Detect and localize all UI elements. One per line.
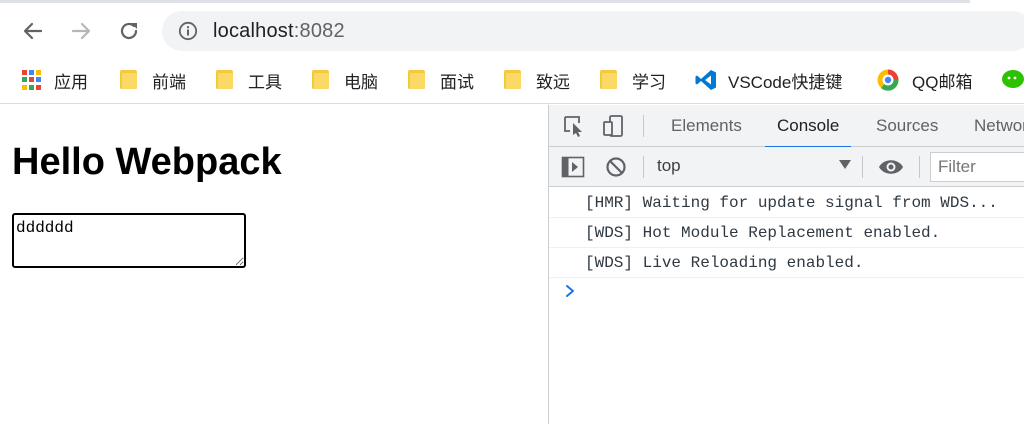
toolbar-divider (643, 156, 644, 178)
text-area[interactable] (12, 213, 246, 268)
console-log-row: [WDS] Live Reloading enabled. (549, 248, 1024, 278)
bookmark-folder[interactable]: 工具 (216, 68, 282, 92)
bookmark-vscode[interactable]: VSCode快捷键 (694, 68, 842, 92)
console-toolbar: top (549, 147, 1024, 187)
wechat-icon (1002, 70, 1024, 88)
console-log-row: [WDS] Hot Module Replacement enabled. (549, 218, 1024, 248)
bookmark-qqmail[interactable]: QQ邮箱 (876, 68, 972, 92)
console-output: [HMR] Waiting for update signal from WDS… (549, 188, 1024, 297)
bookmark-apps[interactable]: 应用 (22, 68, 88, 92)
page-content: Hello Webpack (0, 105, 548, 424)
bookmark-folder[interactable]: 电脑 (312, 68, 378, 92)
bookmarks-bar: 应用 前端 工具 电脑 面试 致远 学习 VSCode快捷键 QQ邮箱 (0, 58, 1024, 104)
folder-icon (408, 70, 428, 90)
devtools-tabbar: Elements Console Sources Network (549, 105, 1024, 148)
bookmark-label: 学习 (632, 72, 666, 92)
bookmark-label: 工具 (248, 72, 282, 92)
vscode-icon (695, 70, 716, 90)
eye-icon[interactable] (878, 156, 904, 178)
filter-input[interactable] (930, 152, 1024, 182)
folder-icon (120, 70, 140, 90)
toolbar-divider (643, 115, 644, 137)
folder-icon (216, 70, 236, 90)
bookmark-label: 致远 (536, 72, 570, 92)
bookmark-wechat[interactable] (1000, 68, 1024, 92)
url-host: localhost (213, 20, 294, 42)
bookmark-label: 应用 (54, 72, 88, 92)
tab-sources[interactable]: Sources (876, 105, 938, 147)
forward-button[interactable] (64, 14, 98, 48)
browser-toolbar: localhost:8082 (0, 4, 1024, 58)
bookmark-folder[interactable]: 致远 (504, 68, 570, 92)
tab-console[interactable]: Console (764, 105, 852, 148)
qq-mail-icon (877, 69, 899, 91)
bookmark-label: 电脑 (344, 72, 378, 92)
info-icon[interactable] (178, 21, 198, 41)
bookmark-folder[interactable]: 面试 (408, 68, 474, 92)
bookmark-folder[interactable]: 前端 (120, 68, 186, 92)
inspect-element-icon[interactable] (561, 114, 587, 138)
console-prompt-icon[interactable] (563, 284, 577, 298)
back-button[interactable] (16, 14, 50, 48)
bookmark-label: 前端 (152, 72, 186, 92)
devtools-panel: Elements Console Sources Network top [HM… (548, 105, 1024, 424)
toolbar-divider (862, 156, 863, 178)
reload-icon (120, 22, 138, 40)
bookmark-label: QQ邮箱 (912, 72, 973, 92)
url-port: :8082 (293, 20, 345, 42)
bookmark-label: VSCode快捷键 (728, 72, 843, 92)
folder-icon (504, 70, 524, 90)
reload-button[interactable] (112, 14, 146, 48)
sidebar-toggle-icon[interactable] (561, 156, 585, 178)
forward-arrow-icon (71, 22, 91, 40)
back-arrow-icon (23, 22, 43, 40)
device-toolbar-icon[interactable] (601, 114, 627, 138)
console-log-row: [HMR] Waiting for update signal from WDS… (549, 188, 1024, 218)
toolbar-divider (919, 156, 920, 178)
bookmark-label: 面试 (440, 72, 474, 92)
folder-icon (600, 70, 620, 90)
tab-elements[interactable]: Elements (671, 105, 742, 147)
chevron-down-icon[interactable] (839, 160, 851, 169)
page-heading: Hello Webpack (12, 141, 282, 183)
clear-console-icon[interactable] (605, 156, 627, 178)
address-bar[interactable]: localhost:8082 (162, 11, 1024, 51)
bookmark-folder[interactable]: 学习 (600, 68, 666, 92)
context-selector[interactable]: top (657, 156, 681, 176)
tab-network[interactable]: Network (974, 105, 1024, 147)
folder-icon (312, 70, 332, 90)
address-url[interactable]: localhost:8082 (213, 20, 345, 43)
apps-grid-icon (22, 70, 42, 90)
